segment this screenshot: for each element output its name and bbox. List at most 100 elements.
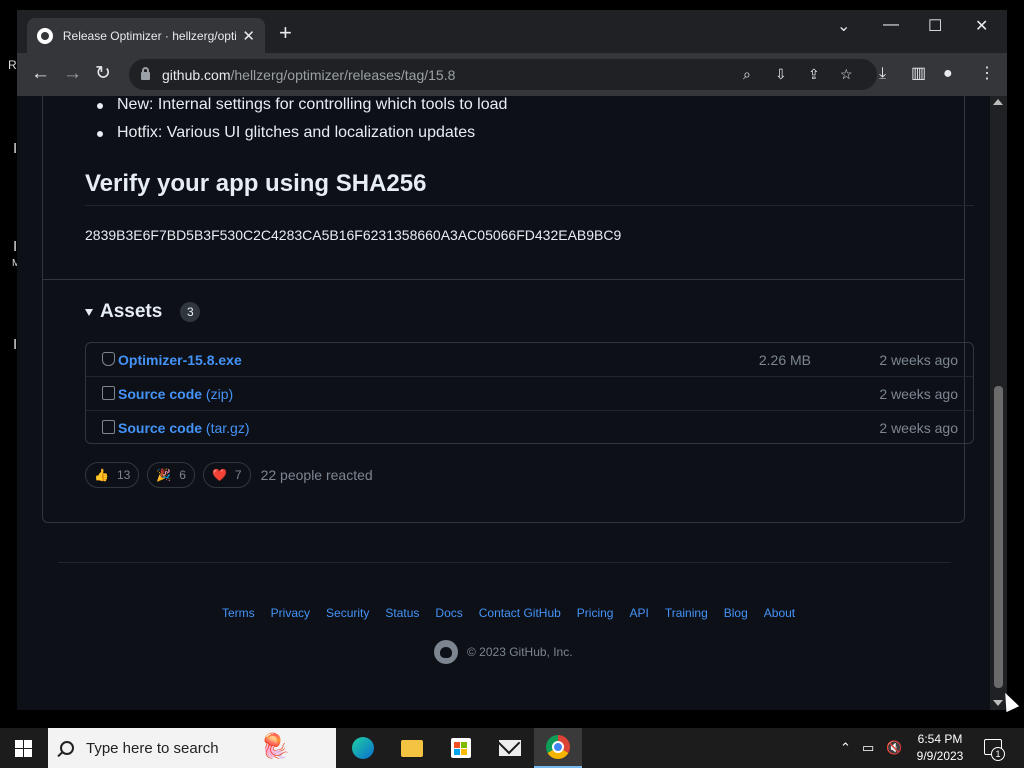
release-notes-list: New: Internal settings for controlling w… <box>91 95 507 151</box>
chrome-icon <box>546 735 570 759</box>
reaction-thumbs-up-button[interactable]: 👍 13 <box>85 462 140 488</box>
taskbar-edge[interactable] <box>348 734 378 762</box>
reaction-count: 6 <box>179 468 186 482</box>
store-icon <box>451 738 471 758</box>
footer-copyright: © 2023 GitHub, Inc. <box>434 640 573 664</box>
menu-icon[interactable]: ⋮ <box>979 65 995 83</box>
asset-link[interactable]: Source code (zip) <box>118 386 233 402</box>
footer-link-training[interactable]: Training <box>665 606 708 620</box>
assets-toggle[interactable]: Assets 3 <box>85 301 201 323</box>
scroll-thumb[interactable] <box>994 386 1003 688</box>
asset-size: 2.26 MB <box>758 352 811 368</box>
verify-heading: Verify your app using SHA256 <box>85 170 427 197</box>
install-app-icon[interactable]: ⇩ <box>775 66 787 83</box>
reload-icon[interactable]: ↻ <box>95 64 111 84</box>
github-favicon-icon <box>37 27 53 44</box>
show-hidden-icons-icon[interactable]: ⌃ <box>840 740 851 756</box>
search-icon <box>60 741 74 755</box>
taskbar-file-explorer[interactable] <box>397 734 427 762</box>
github-logo-icon[interactable] <box>434 640 458 664</box>
taskbar-mail[interactable] <box>495 734 525 762</box>
reaction-count: 13 <box>116 468 131 482</box>
footer-link-about[interactable]: About <box>764 606 795 620</box>
taskbar-chrome[interactable] <box>534 728 582 768</box>
reaction-hooray-button[interactable]: 🎉 6 <box>147 462 195 488</box>
footer-link-contact[interactable]: Contact GitHub <box>479 606 561 620</box>
reactions-summary: 22 people reacted <box>260 467 373 483</box>
footer-link-blog[interactable]: Blog <box>724 606 748 620</box>
page-scrollbar[interactable] <box>990 96 1007 710</box>
asset-date: 2 weeks ago <box>879 386 958 402</box>
new-tab-button[interactable]: + <box>279 22 292 44</box>
windows-start-icon[interactable] <box>15 740 32 757</box>
tab-title: Release Optimizer · hellzerg/opti <box>62 28 237 43</box>
clock-time: 6:54 PM <box>917 732 963 746</box>
windows-taskbar: Type here to search 🪼 ⌃ ▭ 🔇 6:54 PM 9/9/… <box>0 728 1024 768</box>
url-path: /hellzerg/optimizer/releases/tag/15.8 <box>230 66 456 83</box>
asset-row: Optimizer-15.8.exe 2.26 MB 2 weeks ago <box>86 343 973 376</box>
footer-link-pricing[interactable]: Pricing <box>577 606 614 620</box>
edge-icon <box>352 737 374 759</box>
footer-links: Terms Privacy Security Status Docs Conta… <box>222 606 811 620</box>
thumbs-up-icon: 👍 <box>94 468 109 482</box>
asset-date: 2 weeks ago <box>879 420 958 436</box>
heading-divider <box>85 205 974 206</box>
asset-link[interactable]: Source code (tar.gz) <box>118 420 250 436</box>
reaction-heart-button[interactable]: ❤️ 7 <box>202 462 251 488</box>
minimize-icon[interactable]: — <box>883 16 899 34</box>
sha256-hash: 2839B3E6F7BD5B3F530C2C4283CA5B16F6231358… <box>85 227 622 243</box>
package-icon <box>102 352 115 366</box>
clock-date: 9/9/2023 <box>916 749 964 763</box>
browser-window: Release Optimizer · hellzerg/opti ✕ + ⌄ … <box>17 10 1007 710</box>
footer-link-terms[interactable]: Terms <box>222 606 255 620</box>
assets-title: Assets <box>100 301 163 322</box>
asset-row: Source code (tar.gz) 2 weeks ago <box>86 410 973 443</box>
tab-search-icon[interactable]: ⌄ <box>837 16 850 36</box>
search-highlight-icon: 🪼 <box>260 733 290 760</box>
taskbar-search-box[interactable]: Type here to search 🪼 <box>48 728 336 768</box>
github-release-page: New: Internal settings for controlling w… <box>17 86 990 710</box>
back-icon[interactable]: ← <box>31 64 50 84</box>
file-zip-icon <box>102 420 115 434</box>
network-icon[interactable]: ▭ <box>862 740 874 756</box>
volume-muted-icon[interactable]: 🔇 <box>886 740 902 756</box>
share-icon[interactable]: ⇪ <box>808 66 820 83</box>
maximize-icon[interactable]: ☐ <box>928 16 942 36</box>
release-note-item: New: Internal settings for controlling w… <box>91 95 507 123</box>
footer-divider <box>58 562 951 563</box>
asset-row: Source code (zip) 2 weeks ago <box>86 376 973 409</box>
file-zip-icon <box>102 386 115 400</box>
footer-link-privacy[interactable]: Privacy <box>271 606 310 620</box>
bookmark-star-icon[interactable]: ☆ <box>840 66 853 83</box>
profile-icon[interactable]: ● <box>943 65 953 83</box>
tab-close-icon[interactable]: ✕ <box>242 27 255 45</box>
assets-count-badge: 3 <box>180 302 201 322</box>
party-popper-icon: 🎉 <box>156 468 172 482</box>
heart-icon: ❤️ <box>211 468 227 482</box>
footer-link-status[interactable]: Status <box>385 606 419 620</box>
url-host: github.com <box>162 66 231 83</box>
search-icon[interactable]: ⌕ <box>743 66 751 83</box>
taskbar-store[interactable] <box>446 734 476 762</box>
footer-link-docs[interactable]: Docs <box>435 606 462 620</box>
taskbar-clock[interactable]: 6:54 PM 9/9/2023 <box>908 731 972 765</box>
browser-tab[interactable]: Release Optimizer · hellzerg/opti ✕ <box>27 18 265 53</box>
lock-icon <box>141 67 150 80</box>
release-card: New: Internal settings for controlling w… <box>42 86 974 523</box>
forward-icon[interactable]: → <box>63 64 82 84</box>
card-divider <box>43 279 964 280</box>
caret-down-icon <box>85 308 93 316</box>
folder-icon <box>401 739 423 757</box>
scroll-up-icon[interactable] <box>993 99 1003 105</box>
asset-date: 2 weeks ago <box>879 352 958 368</box>
tab-strip: Release Optimizer · hellzerg/opti ✕ + ⌄ … <box>17 10 1007 53</box>
release-note-item: Hotfix: Various UI glitches and localiza… <box>91 123 507 151</box>
footer-link-security[interactable]: Security <box>326 606 369 620</box>
asset-link[interactable]: Optimizer-15.8.exe <box>118 352 242 368</box>
close-window-icon[interactable]: ✕ <box>975 16 988 36</box>
side-panel-icon[interactable]: ▥ <box>911 65 926 83</box>
footer-link-api[interactable]: API <box>629 606 648 620</box>
search-placeholder: Type here to search <box>86 739 219 757</box>
mail-icon <box>499 740 521 756</box>
downloads-icon[interactable]: ⤓ <box>879 65 886 83</box>
